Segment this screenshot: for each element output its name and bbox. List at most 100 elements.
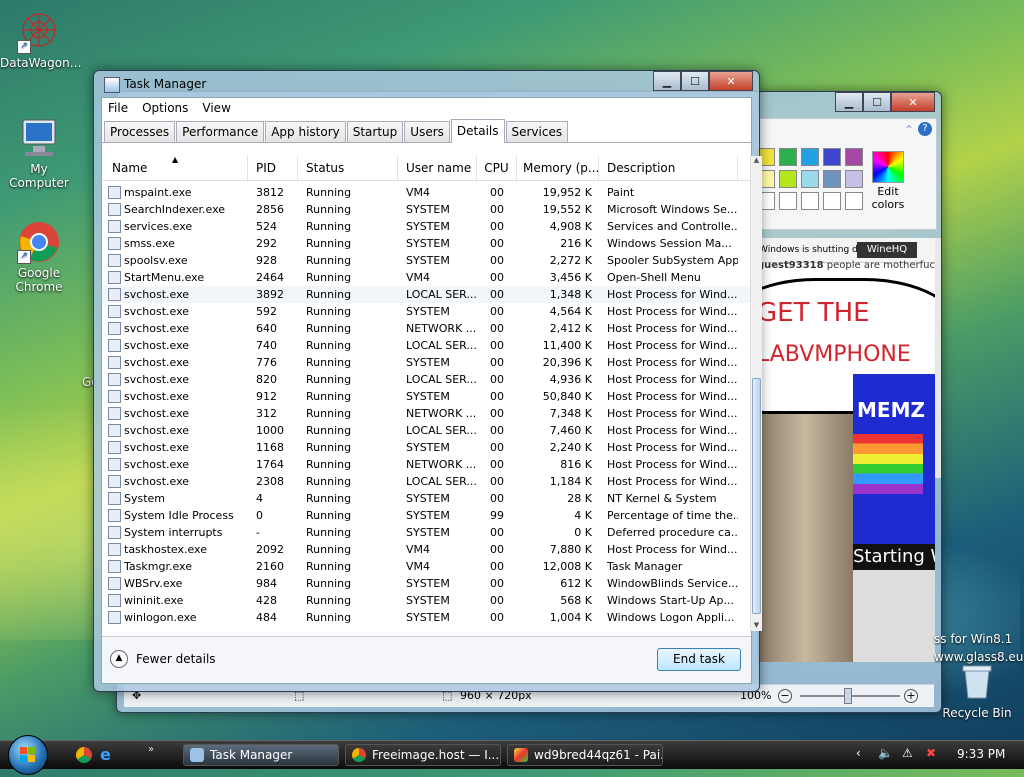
process-icon: [108, 373, 121, 386]
table-row[interactable]: System interrupts - Running SYSTEM 00 0 K Defe…: [102, 524, 750, 541]
scroll-up-arrow[interactable]: ▲: [751, 156, 762, 164]
table-row[interactable]: svchost.exe 2308 Running LOCAL SER... 00 1,18…: [102, 473, 750, 490]
table-row[interactable]: Taskmgr.exe 2160 Running VM4 00 12,008 K Task …: [102, 558, 750, 575]
zoom-out-button[interactable]: −: [778, 689, 792, 703]
color-swatch[interactable]: [823, 192, 841, 210]
column-header-status[interactable]: Status: [298, 156, 398, 180]
menu-view[interactable]: View: [202, 101, 230, 115]
desktop-icon-google-chrome[interactable]: ↗ Google Chrome: [0, 220, 78, 294]
action-center-icon[interactable]: ✖: [926, 746, 936, 760]
clock[interactable]: 9:33 PM: [957, 747, 1005, 761]
table-row[interactable]: winlogon.exe 484 Running SYSTEM 00 1,004 K Win…: [102, 609, 750, 626]
table-row[interactable]: taskhostex.exe 2092 Running VM4 00 7,880 K Hos…: [102, 541, 750, 558]
desktop-icon-my-computer[interactable]: My Computer: [0, 116, 78, 190]
paint-canvas-scrollbar[interactable]: [935, 238, 941, 478]
tab-users[interactable]: Users: [404, 121, 450, 142]
process-icon: [108, 288, 121, 301]
end-task-button[interactable]: End task: [657, 648, 741, 671]
table-row[interactable]: svchost.exe 3892 Running LOCAL SER... 00 1,34…: [102, 286, 750, 303]
color-swatch[interactable]: [845, 170, 863, 188]
tray-expand-icon[interactable]: ‹: [856, 746, 861, 760]
scroll-down-arrow[interactable]: ▼: [751, 621, 762, 629]
minimize-button[interactable]: ▁: [653, 71, 681, 91]
maximize-button[interactable]: ☐: [863, 92, 891, 112]
column-header-name[interactable]: Name ▲: [102, 156, 248, 180]
chrome-quicklaunch-icon[interactable]: [76, 747, 92, 763]
close-button[interactable]: ✕: [709, 71, 753, 91]
quicklaunch-overflow-icon[interactable]: »: [148, 744, 154, 755]
color-swatch[interactable]: [823, 148, 841, 166]
table-row[interactable]: svchost.exe 312 Running NETWORK ... 00 7,348 …: [102, 405, 750, 422]
color-swatch[interactable]: [823, 170, 841, 188]
tab-services[interactable]: Services: [505, 121, 569, 142]
volume-muted-icon[interactable]: 🔈: [878, 746, 893, 760]
menu-file[interactable]: File: [108, 101, 128, 115]
table-row[interactable]: mspaint.exe 3812 Running VM4 00 19,952 K Paint: [102, 184, 750, 201]
table-row[interactable]: svchost.exe 592 Running SYSTEM 00 4,564 K Host…: [102, 303, 750, 320]
minimize-button[interactable]: ▁: [835, 92, 863, 112]
table-row[interactable]: svchost.exe 820 Running LOCAL SER... 00 4,936…: [102, 371, 750, 388]
color-swatch[interactable]: [779, 148, 797, 166]
cpu-cell: 00: [490, 424, 504, 437]
table-row[interactable]: SearchIndexer.exe 2856 Running SYSTEM 00 19,5…: [102, 201, 750, 218]
cpu-cell: 00: [490, 356, 504, 369]
column-header-cpu[interactable]: CPU: [477, 156, 517, 180]
zoom-in-button[interactable]: +: [904, 689, 918, 703]
table-row[interactable]: System 4 Running SYSTEM 00 28 K NT Kernel & Sy…: [102, 490, 750, 507]
tab-processes[interactable]: Processes: [104, 121, 176, 142]
column-header-memory[interactable]: Memory (p...: [517, 156, 599, 180]
desktop-icon-recycle-bin[interactable]: Recycle Bin: [938, 660, 1016, 720]
taskbar-button-paint[interactable]: wd9bred44qz61 - Pai...: [507, 744, 663, 766]
color-swatch[interactable]: [779, 192, 797, 210]
table-row[interactable]: svchost.exe 1764 Running NETWORK ... 00 816 K…: [102, 456, 750, 473]
table-row[interactable]: svchost.exe 740 Running LOCAL SER... 00 11,40…: [102, 337, 750, 354]
table-row[interactable]: services.exe 524 Running SYSTEM 00 4,908 K Ser…: [102, 218, 750, 235]
table-row[interactable]: wininit.exe 428 Running SYSTEM 00 568 K Window…: [102, 592, 750, 609]
table-row[interactable]: svchost.exe 912 Running SYSTEM 00 50,840 K Hos…: [102, 388, 750, 405]
tab-app-history[interactable]: App history: [265, 121, 346, 142]
taskbar-button-task-manager[interactable]: Task Manager: [183, 744, 339, 766]
table-row[interactable]: System Idle Process 0 Running SYSTEM 99 4 K Pe…: [102, 507, 750, 524]
color-swatch[interactable]: [845, 148, 863, 166]
color-swatch[interactable]: [779, 170, 797, 188]
paint-canvas[interactable]: Windows is shutting down... WineHQ guest…: [757, 238, 935, 662]
help-icon[interactable]: ?: [918, 122, 932, 136]
cpu-cell: 00: [490, 203, 504, 216]
edit-colors-label[interactable]: Edit colors: [864, 185, 912, 211]
column-header-pid[interactable]: PID: [248, 156, 298, 180]
taskbar-button-chrome[interactable]: Freeimage.host — I...: [345, 744, 501, 766]
color-swatch[interactable]: [845, 192, 863, 210]
table-row[interactable]: spoolsv.exe 928 Running SYSTEM 00 2,272 K Spoo…: [102, 252, 750, 269]
table-row[interactable]: WBSrv.exe 984 Running SYSTEM 00 612 K WindowBl…: [102, 575, 750, 592]
close-button[interactable]: ✕: [891, 92, 935, 112]
table-row[interactable]: StartMenu.exe 2464 Running VM4 00 3,456 K Open…: [102, 269, 750, 286]
fewer-details-button[interactable]: ▲ Fewer details: [110, 650, 216, 668]
memory-cell: 2,272 K: [549, 254, 592, 267]
table-row[interactable]: svchost.exe 1000 Running LOCAL SER... 00 7,46…: [102, 422, 750, 439]
tab-startup[interactable]: Startup: [346, 121, 404, 142]
ribbon-collapse-icon[interactable]: ⌃: [904, 123, 914, 137]
color-swatch[interactable]: [801, 170, 819, 188]
menu-options[interactable]: Options: [142, 101, 188, 115]
start-button[interactable]: [8, 735, 48, 775]
table-row[interactable]: svchost.exe 1168 Running SYSTEM 00 2,240 K Hos…: [102, 439, 750, 456]
cpu-cell: 00: [490, 594, 504, 607]
ie-quicklaunch-icon[interactable]: e: [100, 745, 111, 764]
tab-details[interactable]: Details: [450, 119, 505, 143]
tab-performance[interactable]: Performance: [176, 121, 265, 142]
zoom-slider-thumb[interactable]: [844, 688, 852, 704]
network-icon[interactable]: ⚠: [902, 746, 913, 760]
edit-colors-icon[interactable]: [872, 151, 904, 183]
column-header-user-name[interactable]: User name: [398, 156, 477, 180]
desktop-icon-datawagon[interactable]: ↗ DataWagon…: [0, 10, 82, 70]
color-swatch[interactable]: [801, 148, 819, 166]
scrollbar-thumb[interactable]: [752, 378, 761, 614]
maximize-button[interactable]: ☐: [681, 71, 709, 91]
table-row[interactable]: svchost.exe 640 Running NETWORK ... 00 2,412 …: [102, 320, 750, 337]
color-swatch[interactable]: [801, 192, 819, 210]
column-header-description[interactable]: Description: [599, 156, 738, 180]
table-row[interactable]: smss.exe 292 Running SYSTEM 00 216 K Windows S…: [102, 235, 750, 252]
task-manager-window[interactable]: Task Manager ▁ ☐ ✕ File Options View Pro…: [93, 70, 762, 692]
table-row[interactable]: svchost.exe 776 Running SYSTEM 00 20,396 K Hos…: [102, 354, 750, 371]
vertical-scrollbar[interactable]: ▲ ▼: [750, 156, 762, 631]
